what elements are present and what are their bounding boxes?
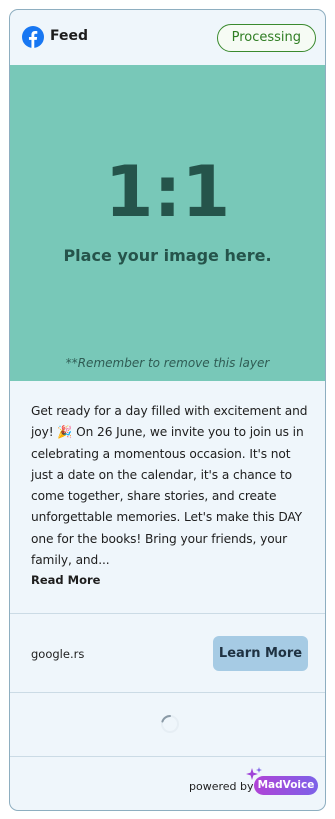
post-text: Get ready for a day filled with exciteme…: [31, 404, 308, 568]
read-more-link[interactable]: Read More: [31, 573, 100, 587]
divider: [10, 692, 325, 693]
placeholder-text: Place your image here.: [63, 246, 272, 265]
link-domain: google.rs: [31, 647, 85, 661]
ad-preview-card: Feed Processing 1:1 Place your image her…: [9, 9, 326, 811]
divider: [10, 613, 325, 614]
reminder-note: **Remember to remove this layer: [65, 356, 270, 370]
learn-more-button[interactable]: Learn More: [213, 636, 308, 671]
divider: [10, 756, 325, 757]
loading-spinner-icon: [161, 715, 179, 733]
placement-title: Feed: [50, 28, 89, 44]
brand-badge[interactable]: MadVoice: [254, 776, 318, 795]
powered-by-label: powered by: [189, 780, 254, 793]
image-placeholder[interactable]: 1:1 Place your image here. **Remember to…: [10, 65, 325, 381]
facebook-icon: [22, 26, 44, 48]
status-badge: Processing: [216, 24, 316, 52]
card-header: Feed Processing: [10, 10, 325, 65]
aspect-ratio-label: 1:1: [104, 151, 231, 233]
